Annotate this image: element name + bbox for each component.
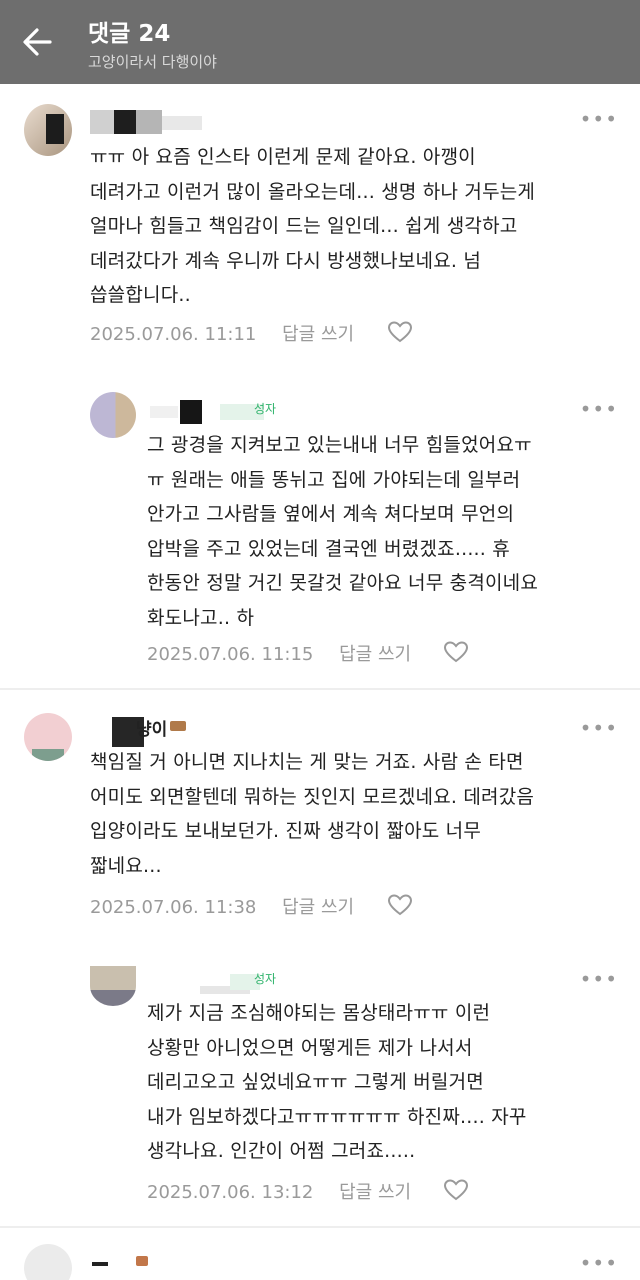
comment-line: 그 광경을 지켜보고 있는내내 너무 힘들었어요ㅠ (147, 434, 532, 456)
more-options-button[interactable]: ••• (580, 399, 618, 419)
comment-line: 짧네요... (90, 854, 162, 877)
post-title: 고양이라서 다행이야 (88, 53, 217, 71)
author-name-blurred (150, 400, 270, 424)
comment-line: ㅠㅠ 아 요즘 인스타 이런게 문제 같아요. 아깽이 (90, 146, 476, 168)
reply-button[interactable]: 답글 쓰기 (282, 893, 354, 919)
comment-body: ㅠㅠ 아 요즘 인스타 이런게 문제 같아요. 아깽이 데려가고 이런거 많이 … (90, 140, 535, 313)
heart-icon[interactable] (387, 320, 413, 344)
timestamp: 2025.07.06. 11:11 (90, 324, 257, 345)
comment-line: 얼마나 힘들고 책임감이 드는 일인데... 쉽게 생각하고 (90, 215, 518, 237)
comment-line: 안가고 그사람들 옆에서 계속 쳐다보며 무언의 (147, 503, 515, 525)
emoji-badge-icon (170, 721, 186, 731)
comment-line: 내가 임보하겠다고ㅠㅠㅠㅠㅠㅠ 하진짜.... 자꾸 (147, 1105, 527, 1128)
comment-meta: 2025.07.06. 11:15 답글 쓰기 (147, 640, 411, 666)
comment-line: 데려가고 이런거 많이 올라오는데... 생명 하나 거두는게 (90, 180, 536, 203)
comment-line: 데려갔다가 계속 우니까 다시 방생했나보네요. 넘 (90, 249, 482, 272)
comment-meta: 2025.07.06. 13:12 답글 쓰기 (147, 1178, 411, 1204)
comment-body: 책임질 거 아니면 지나치는 게 맞는 거죠. 사람 손 타면 어미도 외면할텐… (90, 745, 534, 883)
comment-line: ㅠ 원래는 애들 똥뉘고 집에 가야되는데 일부러 (147, 468, 521, 491)
comment-line: 책임질 거 아니면 지나치는 게 맞는 거죠. 사람 손 타면 (90, 751, 524, 773)
comment-line: 생각나요. 인간이 어쩜 그러죠..... (147, 1140, 416, 1162)
comment-line: 상황만 아니었으면 어떻게든 제가 나서서 (147, 1036, 473, 1059)
timestamp: 2025.07.06. 13:12 (147, 1182, 314, 1203)
reply-button[interactable]: 답글 쓰기 (339, 1178, 411, 1204)
avatar[interactable] (24, 104, 72, 156)
avatar[interactable] (90, 392, 136, 438)
more-options-button[interactable]: ••• (580, 1253, 618, 1273)
comment-line: 압박을 주고 있었는데 결국엔 버렸겠죠..... 휴 (147, 537, 510, 560)
comment-line: 씁쓸합니다.. (90, 284, 191, 306)
avatar[interactable] (24, 713, 72, 761)
comment-line: 데리고오고 싶었네요ㅠㅠ 그렇게 버릴거면 (147, 1071, 484, 1093)
divider (0, 1226, 640, 1228)
heart-icon[interactable] (443, 640, 469, 664)
divider (0, 688, 640, 690)
app-header: 댓글 24 고양이라서 다행이야 (0, 0, 640, 84)
comment-line: 제가 지금 조심해야되는 몸상태라ㅠㅠ 이런 (147, 1002, 491, 1024)
back-button[interactable] (18, 22, 62, 62)
comment-item-partial: ••• (0, 1238, 640, 1280)
comment-line: 입양이라도 보내보던가. 진짜 생각이 짧아도 너무 (90, 820, 482, 842)
timestamp: 2025.07.06. 11:38 (90, 897, 257, 918)
author-name: 냥이 (136, 720, 168, 740)
comment-body: 그 광경을 지켜보고 있는내내 너무 힘들었어요ㅠ ㅠ 원래는 애들 똥뉘고 집… (147, 428, 538, 635)
comment-line: 화도나고.. 하 (147, 606, 255, 629)
writer-badge: 성자 (254, 972, 277, 986)
comment-line: 어미도 외면할텐데 뭐하는 짓인지 모르겠네요. 데려갔음 (90, 785, 535, 808)
reply-comment-item: 성자 ••• 그 광경을 지켜보고 있는내내 너무 힘들었어요ㅠ ㅠ 원래는 애… (0, 390, 640, 680)
comment-meta: 2025.07.06. 11:11 답글 쓰기 (90, 320, 354, 346)
comment-item: ••• ㅠㅠ 아 요즘 인스타 이런게 문제 같아요. 아깽이 데려가고 이런거… (0, 100, 640, 360)
timestamp: 2025.07.06. 11:15 (147, 644, 314, 665)
comment-body: 제가 지금 조심해야되는 몸상태라ㅠㅠ 이런 상황만 아니었으면 어떻게든 제가… (147, 996, 527, 1169)
comment-line: 한동안 정말 거긴 못갈것 같아요 너무 충격이네요 (147, 572, 539, 594)
more-options-button[interactable]: ••• (580, 969, 618, 989)
reply-button[interactable]: 답글 쓰기 (339, 640, 411, 666)
author-name-blurred (92, 1256, 152, 1280)
more-options-button[interactable]: ••• (580, 109, 618, 129)
comment-meta: 2025.07.06. 11:38 답글 쓰기 (90, 893, 354, 919)
author-name-blurred (90, 110, 240, 134)
arrow-left-icon (23, 28, 52, 56)
reply-comment-item: 성자 ••• 제가 지금 조심해야되는 몸상태라ㅠㅠ 이런 상황만 아니었으면 … (0, 962, 640, 1212)
heart-icon[interactable] (443, 1178, 469, 1202)
more-options-button[interactable]: ••• (580, 718, 618, 738)
writer-badge: 성자 (254, 402, 277, 416)
heart-icon[interactable] (387, 893, 413, 917)
page-title: 댓글 24 (88, 21, 171, 47)
avatar[interactable] (24, 1244, 72, 1280)
avatar[interactable] (90, 966, 136, 1006)
reply-button[interactable]: 답글 쓰기 (282, 320, 354, 346)
comment-item: 냥이 ••• 책임질 거 아니면 지나치는 게 맞는 거죠. 사람 손 타면 어… (0, 705, 640, 930)
